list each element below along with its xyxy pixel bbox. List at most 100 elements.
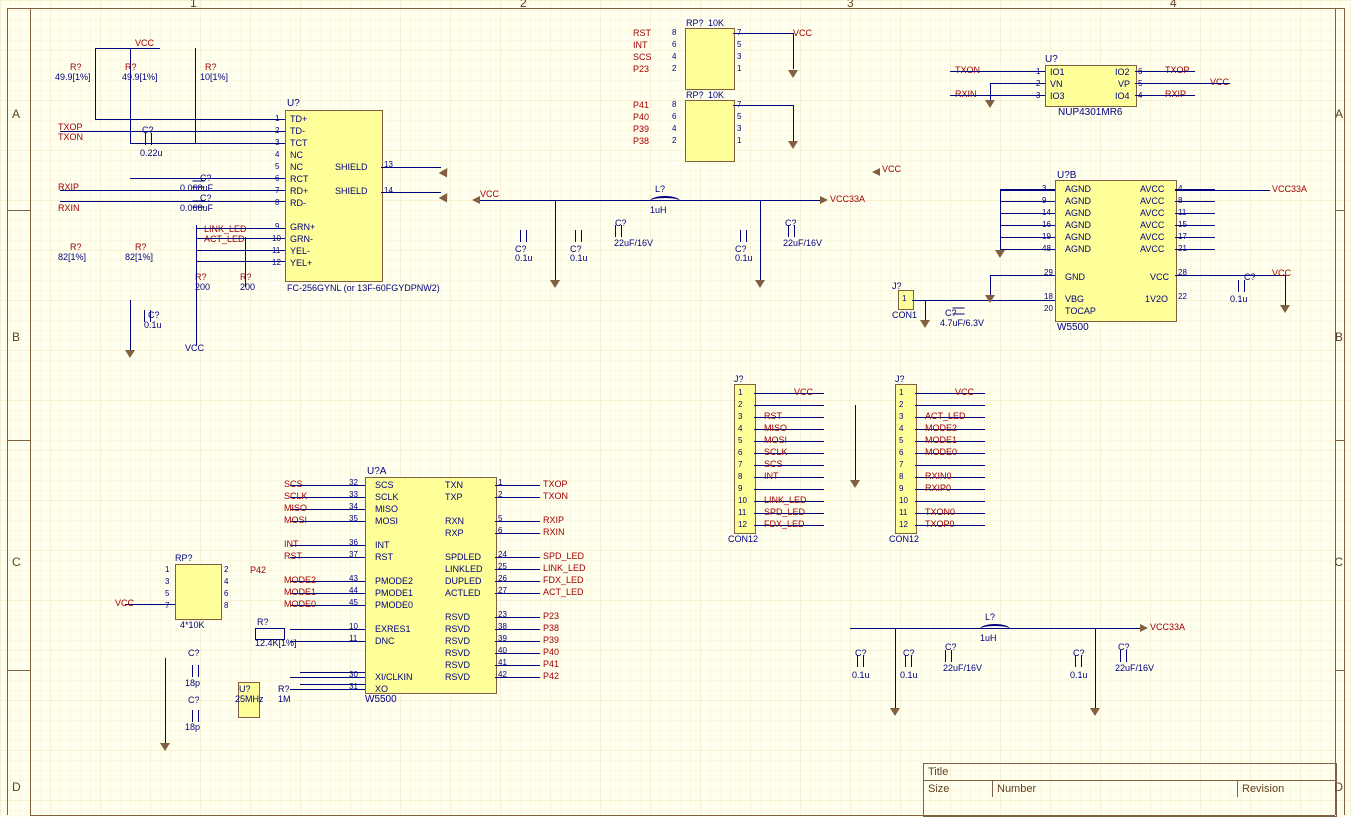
net: VCC — [1272, 268, 1291, 278]
wire — [1000, 190, 1001, 250]
wire — [300, 684, 365, 685]
ref: C? — [855, 648, 867, 658]
val: 4.7uF/6.3V — [940, 318, 984, 328]
net-rxip: RXIP — [58, 182, 79, 192]
col-2: 2 — [520, 0, 527, 10]
revision: Revision — [1238, 781, 1336, 797]
ref: U? — [1045, 54, 1058, 65]
wire — [1135, 95, 1195, 96]
part: FC-256GYNL (or 13F-60FGYDPNW2) — [287, 283, 440, 293]
row-A: A — [12, 107, 20, 121]
val: 22uF/16V — [783, 238, 822, 248]
row-B-r: B — [1335, 330, 1343, 344]
ref: C? — [188, 648, 200, 658]
val: 0.1u — [515, 253, 533, 263]
val: 0.068uF — [180, 203, 213, 213]
gnd-icon — [788, 141, 798, 149]
arrow-icon — [1140, 624, 1148, 632]
col-4: 4 — [1170, 0, 1177, 10]
gnd-icon — [755, 280, 765, 288]
val: 10[1%] — [200, 72, 228, 82]
wire — [1175, 275, 1285, 276]
val: 1uH — [650, 205, 667, 215]
net-rxin: RXIN — [58, 203, 80, 213]
tick — [1335, 670, 1345, 671]
wire — [130, 300, 131, 350]
ref: C? — [1073, 648, 1085, 658]
gnd-icon — [160, 743, 170, 751]
ref: C? — [945, 308, 957, 318]
gnd-icon — [125, 350, 135, 358]
wire — [1175, 190, 1270, 191]
net: P42 — [250, 565, 266, 575]
tick — [7, 670, 30, 671]
rp2 — [685, 100, 735, 162]
net-act: ACT_LED — [204, 234, 245, 244]
wire — [793, 33, 794, 69]
ref: L? — [985, 612, 995, 622]
ref: C? — [142, 125, 154, 135]
net: VCC — [1210, 77, 1229, 87]
pin: 1V2O — [1145, 294, 1168, 304]
val: 25MHz — [235, 694, 264, 704]
ref: R? — [278, 684, 290, 694]
wire — [990, 83, 1045, 84]
ref: C? — [945, 642, 957, 652]
pin: IO3 — [1050, 91, 1065, 101]
net: P41 — [633, 100, 649, 110]
wire — [195, 48, 196, 144]
ref: RP? — [686, 18, 704, 28]
val: 0.1u — [1230, 294, 1248, 304]
val: 0.22u — [140, 148, 163, 158]
row-D: D — [12, 780, 21, 794]
wire — [925, 300, 926, 320]
ref: U?B — [1057, 170, 1076, 181]
pin: IO2 — [1115, 67, 1130, 77]
border — [7, 8, 8, 815]
wire — [1285, 275, 1286, 305]
net: INT — [633, 40, 648, 50]
wire — [245, 237, 246, 287]
wire — [990, 83, 991, 101]
val: 22uF/16V — [614, 238, 653, 248]
wire — [130, 143, 285, 144]
schematic-canvas: A B C D A B C D 1 2 3 4 U? FC-256GYNL (o… — [0, 0, 1351, 816]
val: 4*10K — [180, 620, 205, 630]
wire — [381, 167, 441, 168]
ref: C? — [148, 310, 160, 320]
val: 49.9[1%] — [122, 72, 158, 82]
tick — [7, 210, 30, 211]
ref: RP? — [686, 90, 704, 100]
ref: C? — [200, 173, 212, 183]
val: 18p — [185, 722, 200, 732]
wire — [1135, 71, 1195, 72]
wire — [950, 71, 1045, 72]
gnd-icon — [1280, 305, 1290, 313]
wire — [300, 672, 365, 673]
wire — [733, 33, 793, 34]
ref: R? — [205, 62, 217, 72]
ref: R? — [70, 62, 82, 72]
val: 82[1%] — [58, 252, 86, 262]
wire — [381, 192, 441, 193]
pin: VP — [1118, 79, 1130, 89]
cap-icon — [575, 230, 582, 242]
pin-label: RCT — [290, 174, 309, 184]
border — [30, 8, 31, 815]
net: RXIN — [955, 89, 977, 99]
wire — [760, 200, 761, 280]
pin-label: SHIELD — [335, 186, 368, 196]
ref: J? — [892, 281, 902, 291]
val: 0.1u — [852, 670, 870, 680]
val: 82[1%] — [125, 252, 153, 262]
ref: RP? — [175, 553, 193, 563]
gnd-icon — [788, 70, 798, 78]
wire — [196, 238, 285, 239]
part: CON12 — [889, 534, 919, 544]
col-3: 3 — [847, 0, 854, 10]
ref: U? — [287, 98, 300, 109]
wire — [895, 628, 896, 708]
ref: R? — [257, 617, 269, 627]
ref: U?A — [367, 466, 386, 477]
part: CON1 — [892, 310, 917, 320]
